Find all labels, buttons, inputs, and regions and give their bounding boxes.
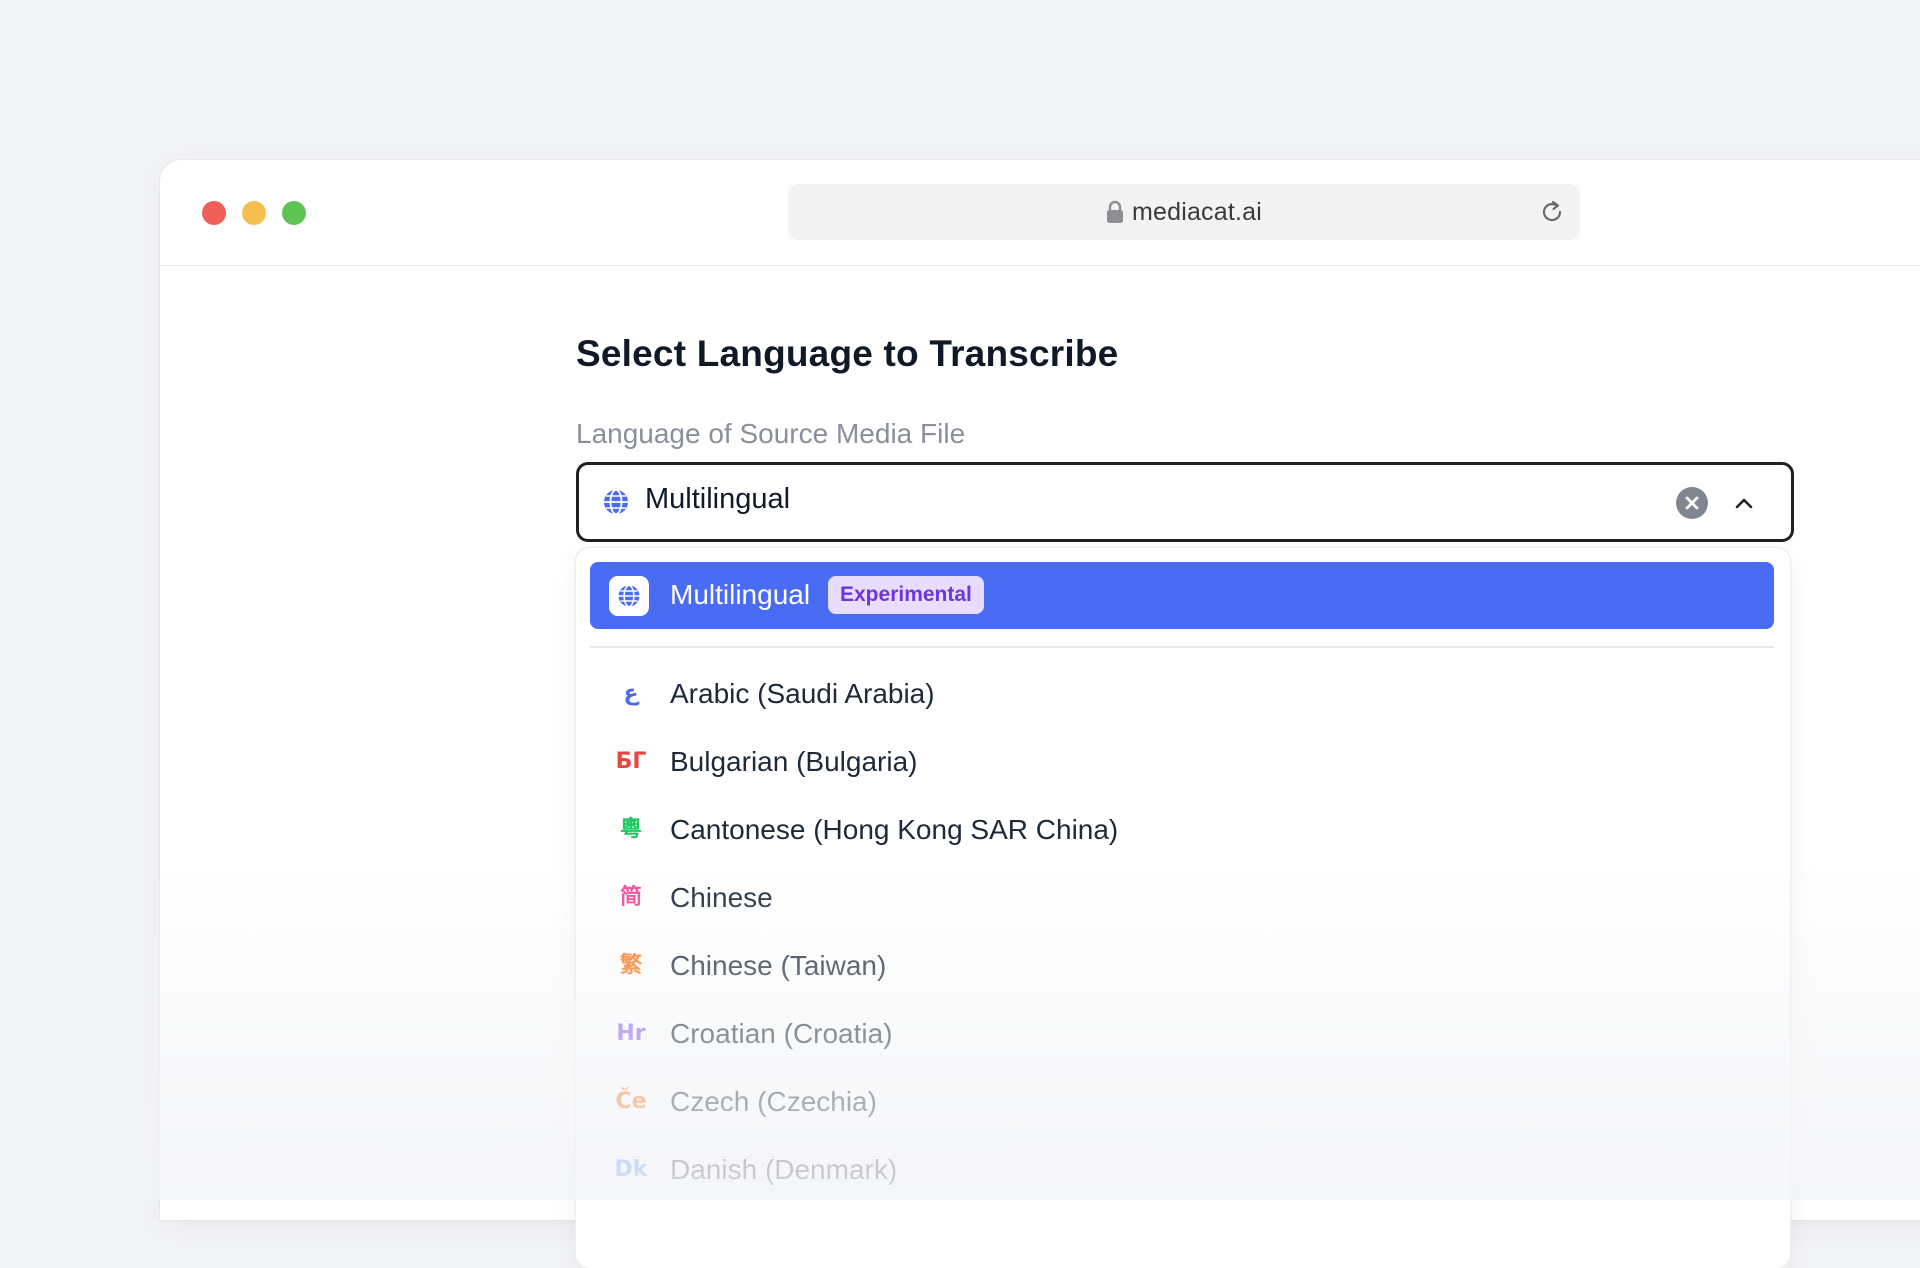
globe-icon bbox=[618, 584, 640, 608]
chinese-simplified-icon: 简 bbox=[619, 885, 642, 910]
url-text: mediacat.ai bbox=[1131, 197, 1263, 226]
option-chinese-taiwan[interactable]: 繁 Chinese (Taiwan) bbox=[590, 935, 1774, 997]
option-label: Chinese bbox=[670, 882, 773, 913]
option-label: Multilingual bbox=[670, 579, 811, 610]
option-label: Bulgarian (Bulgaria) bbox=[670, 746, 918, 777]
lock-icon bbox=[1106, 200, 1123, 223]
option-arabic[interactable]: ع Arabic (Saudi Arabia) bbox=[590, 663, 1774, 725]
danish-icon: Dk bbox=[614, 1157, 648, 1182]
address-bar[interactable]: mediacat.ai bbox=[788, 184, 1580, 240]
globe-icon bbox=[604, 489, 628, 515]
option-croatian[interactable]: Hr Croatian (Croatia) bbox=[590, 1003, 1774, 1065]
option-icon-tile bbox=[609, 576, 649, 616]
reload-icon[interactable] bbox=[1538, 198, 1566, 226]
cantonese-icon: 粵 bbox=[619, 817, 642, 842]
option-label: Croatian (Croatia) bbox=[670, 1018, 893, 1049]
maximize-window-button[interactable] bbox=[282, 201, 306, 225]
minimize-window-button[interactable] bbox=[242, 201, 266, 225]
clear-selection-button[interactable] bbox=[1676, 487, 1708, 519]
browser-titlebar: mediacat.ai bbox=[160, 160, 1920, 266]
option-czech[interactable]: Če Czech (Czechia) bbox=[590, 1071, 1774, 1133]
page-title: Select Language to Transcribe bbox=[576, 333, 1119, 374]
close-icon bbox=[1685, 496, 1699, 510]
experimental-badge: Experimental bbox=[828, 576, 984, 614]
chevron-up-icon[interactable] bbox=[1731, 491, 1757, 517]
option-chinese[interactable]: 简 Chinese bbox=[590, 867, 1774, 929]
bulgarian-icon: БГ bbox=[615, 749, 647, 774]
arabic-icon: ع bbox=[623, 681, 639, 706]
language-dropdown: Multilingual Experimental ع Arabic (Saud… bbox=[576, 548, 1790, 1268]
language-select[interactable]: Multilingual bbox=[576, 462, 1794, 542]
option-multilingual[interactable]: Multilingual Experimental bbox=[590, 562, 1774, 629]
option-cantonese[interactable]: 粵 Cantonese (Hong Kong SAR China) bbox=[590, 799, 1774, 861]
field-label: Language of Source Media File bbox=[576, 418, 966, 449]
option-danish[interactable]: Dk Danish (Denmark) bbox=[590, 1139, 1774, 1201]
czech-icon: Če bbox=[615, 1089, 647, 1114]
option-label: Chinese (Taiwan) bbox=[670, 950, 887, 981]
close-window-button[interactable] bbox=[202, 201, 226, 225]
option-label: Cantonese (Hong Kong SAR China) bbox=[670, 814, 1119, 845]
select-value: Multilingual bbox=[645, 483, 791, 515]
divider bbox=[590, 646, 1774, 648]
croatian-icon: Hr bbox=[616, 1021, 646, 1046]
option-label: Arabic (Saudi Arabia) bbox=[670, 678, 935, 709]
chinese-traditional-icon: 繁 bbox=[619, 953, 642, 978]
option-label: Czech (Czechia) bbox=[670, 1086, 877, 1117]
option-label: Danish (Denmark) bbox=[670, 1154, 898, 1185]
option-bulgarian[interactable]: БГ Bulgarian (Bulgaria) bbox=[590, 731, 1774, 793]
